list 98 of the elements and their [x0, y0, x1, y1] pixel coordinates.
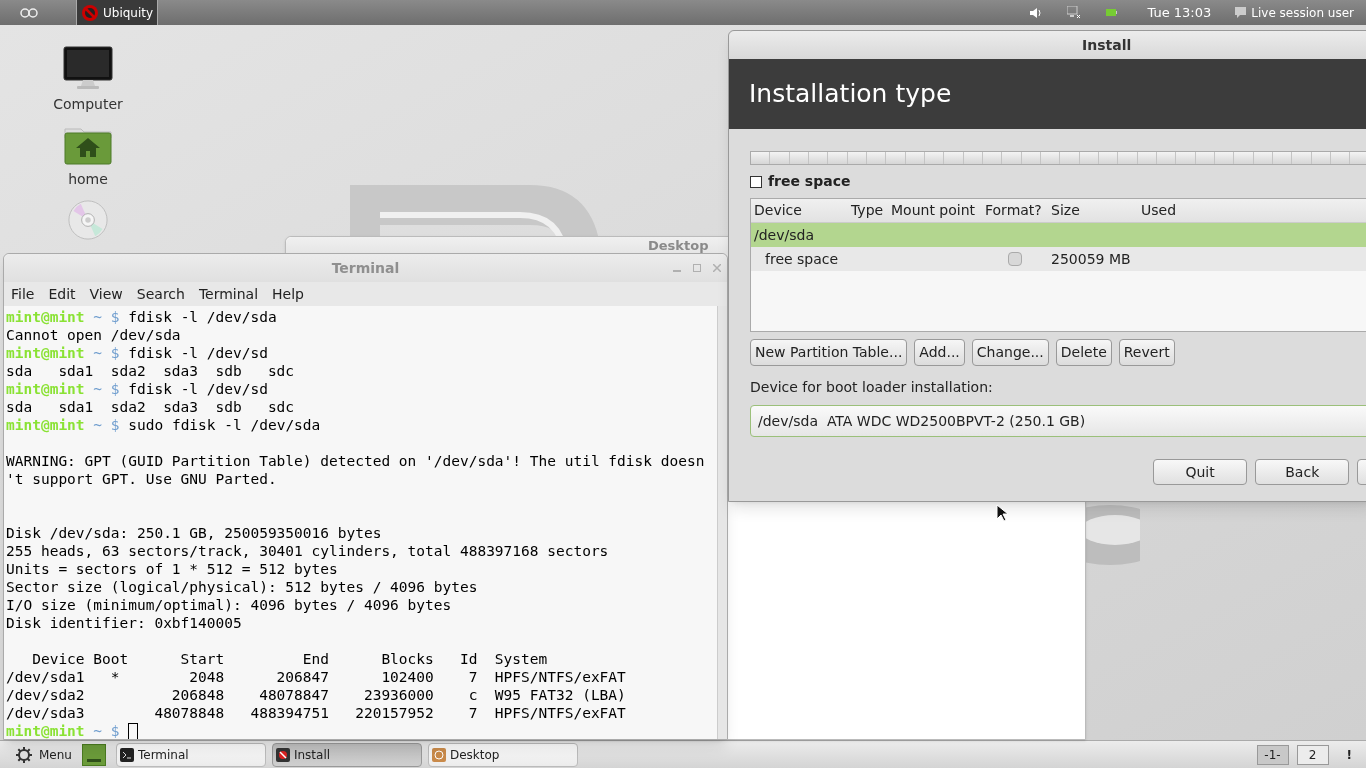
prompt-path: ~ [93, 381, 103, 397]
partition-button[interactable]: Revert [1118, 339, 1175, 366]
clock[interactable]: Tue 13:03 [1147, 2, 1212, 23]
column-header[interactable]: Used [1138, 200, 1238, 221]
table-cell-text: 250059 MB [1050, 249, 1131, 269]
panel-app-button[interactable]: Ubiquity [76, 0, 159, 25]
table-row[interactable]: /dev/sda [751, 223, 1366, 247]
menu-item[interactable]: Edit [48, 283, 76, 305]
workspace-button[interactable]: -1- [1256, 744, 1289, 765]
command-text: fdisk -l /dev/sd [128, 345, 268, 361]
terminal-output: /dev/sda3 48078848 488394751 220157952 7 HPFS/NTFS/exFAT [6, 704, 626, 722]
partition-button[interactable]: Add... [914, 339, 965, 366]
terminal-output: Disk identifier: 0xbf140005 [6, 614, 242, 632]
terminal-output: sda sda1 sda2 sda3 sdb sdc [6, 362, 295, 380]
column-header[interactable]: Type [848, 200, 888, 221]
legend-label: free space [768, 172, 851, 191]
terminal-output: Disk /dev/sda: 250.1 GB, 250059350016 bytes [6, 524, 382, 542]
menu-button[interactable]: Menu [0, 741, 82, 768]
taskbar-window-button[interactable]: Desktop [427, 742, 578, 767]
prompt-symbol: $ [110, 345, 120, 361]
partition-button[interactable]: New Partition Table... [750, 339, 908, 366]
no-sign-icon [81, 3, 99, 22]
maximize-icon[interactable] [693, 264, 701, 272]
notification-indicator[interactable]: ! [1346, 745, 1352, 764]
text-cursor [128, 722, 139, 739]
prompt-symbol: $ [110, 722, 120, 739]
terminal-icon [119, 747, 134, 762]
column-header[interactable]: Device [751, 200, 848, 221]
prompt-symbol: $ [110, 381, 120, 397]
desktop-icon-label[interactable]: Computer [53, 94, 123, 115]
partition-button[interactable]: Delete [1055, 339, 1112, 366]
prompt-user: mint@mint [6, 345, 85, 361]
install-icon [275, 747, 290, 762]
gear-icon [15, 745, 33, 764]
prompt-symbol: $ [110, 309, 120, 325]
taskbar-window-button[interactable]: Install [271, 742, 422, 767]
network-icon[interactable] [1067, 6, 1082, 19]
table-row[interactable]: free space 250059 MB [751, 247, 1366, 271]
nav-button[interactable]: Quit [1153, 459, 1248, 485]
prompt-user: mint@mint [6, 309, 85, 325]
column-header[interactable]: Mount point [888, 200, 982, 221]
terminal-output: I/O size (minimum/optimal): 4096 bytes / 4096 bytes [6, 596, 452, 614]
window-title: Terminal [331, 258, 400, 278]
speaker-icon[interactable] [1030, 7, 1043, 18]
chat-icon[interactable] [1235, 7, 1247, 18]
window-title: Desktop [648, 238, 709, 253]
terminal-output: /dev/sda2 206848 48078847 23936000 c W95 FAT32 (LBA) [6, 686, 626, 704]
terminal-output: 't support GPT. Use GNU Parted. [6, 470, 277, 488]
prompt-path: ~ [93, 345, 103, 361]
menu-item[interactable]: Help [272, 283, 304, 305]
nav-button[interactable]: Back [1255, 459, 1350, 485]
boot-device-combobox[interactable]: /dev/sda ATA WDC WD2500BPVT-2 (250.1 GB) [750, 405, 1366, 437]
prompt-user: mint@mint [6, 722, 85, 739]
menu-item[interactable]: File [11, 283, 35, 305]
terminal-output: WARNING: GPT (GUID Partition Table) detected on '/dev/sda'! The util fdisk doesn [6, 452, 705, 470]
column-header[interactable]: Format? [982, 200, 1048, 221]
legend-swatch [750, 175, 762, 188]
menu-item[interactable]: Search [136, 283, 185, 305]
menu-item[interactable]: Terminal [198, 283, 259, 305]
menu-item[interactable]: View [89, 283, 123, 305]
session-user[interactable]: Live session user [1251, 3, 1354, 22]
desktop-app-icon [431, 747, 446, 762]
workspace-button[interactable]: 2 [1296, 744, 1329, 765]
desktop-icon-label[interactable]: home [68, 169, 108, 190]
terminal-output: Cannot open /dev/sda [6, 326, 181, 344]
terminal-output: Units = sectors of 1 * 512 = 512 bytes [6, 560, 338, 578]
command-text: fdisk -l /dev/sda [128, 309, 277, 325]
table-cell-text: free space [764, 249, 840, 269]
close-icon[interactable] [713, 264, 721, 272]
scrollbar[interactable] [717, 306, 727, 739]
prompt-user: mint@mint [6, 381, 85, 397]
prompt-path: ~ [93, 417, 103, 433]
prompt-path: ~ [93, 722, 103, 739]
mouse-pointer-icon [996, 504, 1008, 522]
terminal-output: 255 heads, 63 sectors/track, 30401 cylinders, total 488397168 sectors [6, 542, 609, 560]
home-folder-icon[interactable] [64, 125, 112, 165]
battery-icon[interactable] [1106, 9, 1118, 16]
terminal-output: Sector size (logical/physical): 512 bytes / 4096 bytes [6, 578, 478, 596]
boot-loader-label: Device for boot loader installation: [750, 378, 994, 397]
partition-button[interactable]: Change... [971, 339, 1049, 366]
column-header[interactable]: Size [1048, 200, 1138, 221]
command-text: sudo fdisk -l /dev/sda [128, 417, 321, 433]
show-desktop-icon[interactable] [81, 743, 106, 766]
terminal-output: sda sda1 sda2 sda3 sdb sdc [6, 398, 295, 416]
prompt-user: mint@mint [6, 417, 85, 433]
terminal-output: Device Boot Start End Blocks Id System [31, 650, 548, 668]
prompt-path: ~ [93, 309, 103, 325]
format-checkbox[interactable] [1008, 252, 1022, 266]
page-heading: Installation type [749, 78, 952, 111]
window-title: Install [1082, 35, 1132, 55]
table-cell-text: /dev/sda [753, 225, 815, 245]
disc-icon[interactable] [68, 200, 108, 240]
taskbar-window-button[interactable]: Terminal [115, 742, 266, 767]
monitor-icon[interactable] [63, 46, 113, 90]
mint-logo-icon[interactable] [20, 7, 38, 18]
command-text: fdisk -l /dev/sd [128, 381, 268, 397]
terminal-output: /dev/sda1 * 2048 206847 102400 7 HPFS/NTFS/exFAT [6, 668, 626, 686]
prompt-symbol: $ [110, 417, 120, 433]
